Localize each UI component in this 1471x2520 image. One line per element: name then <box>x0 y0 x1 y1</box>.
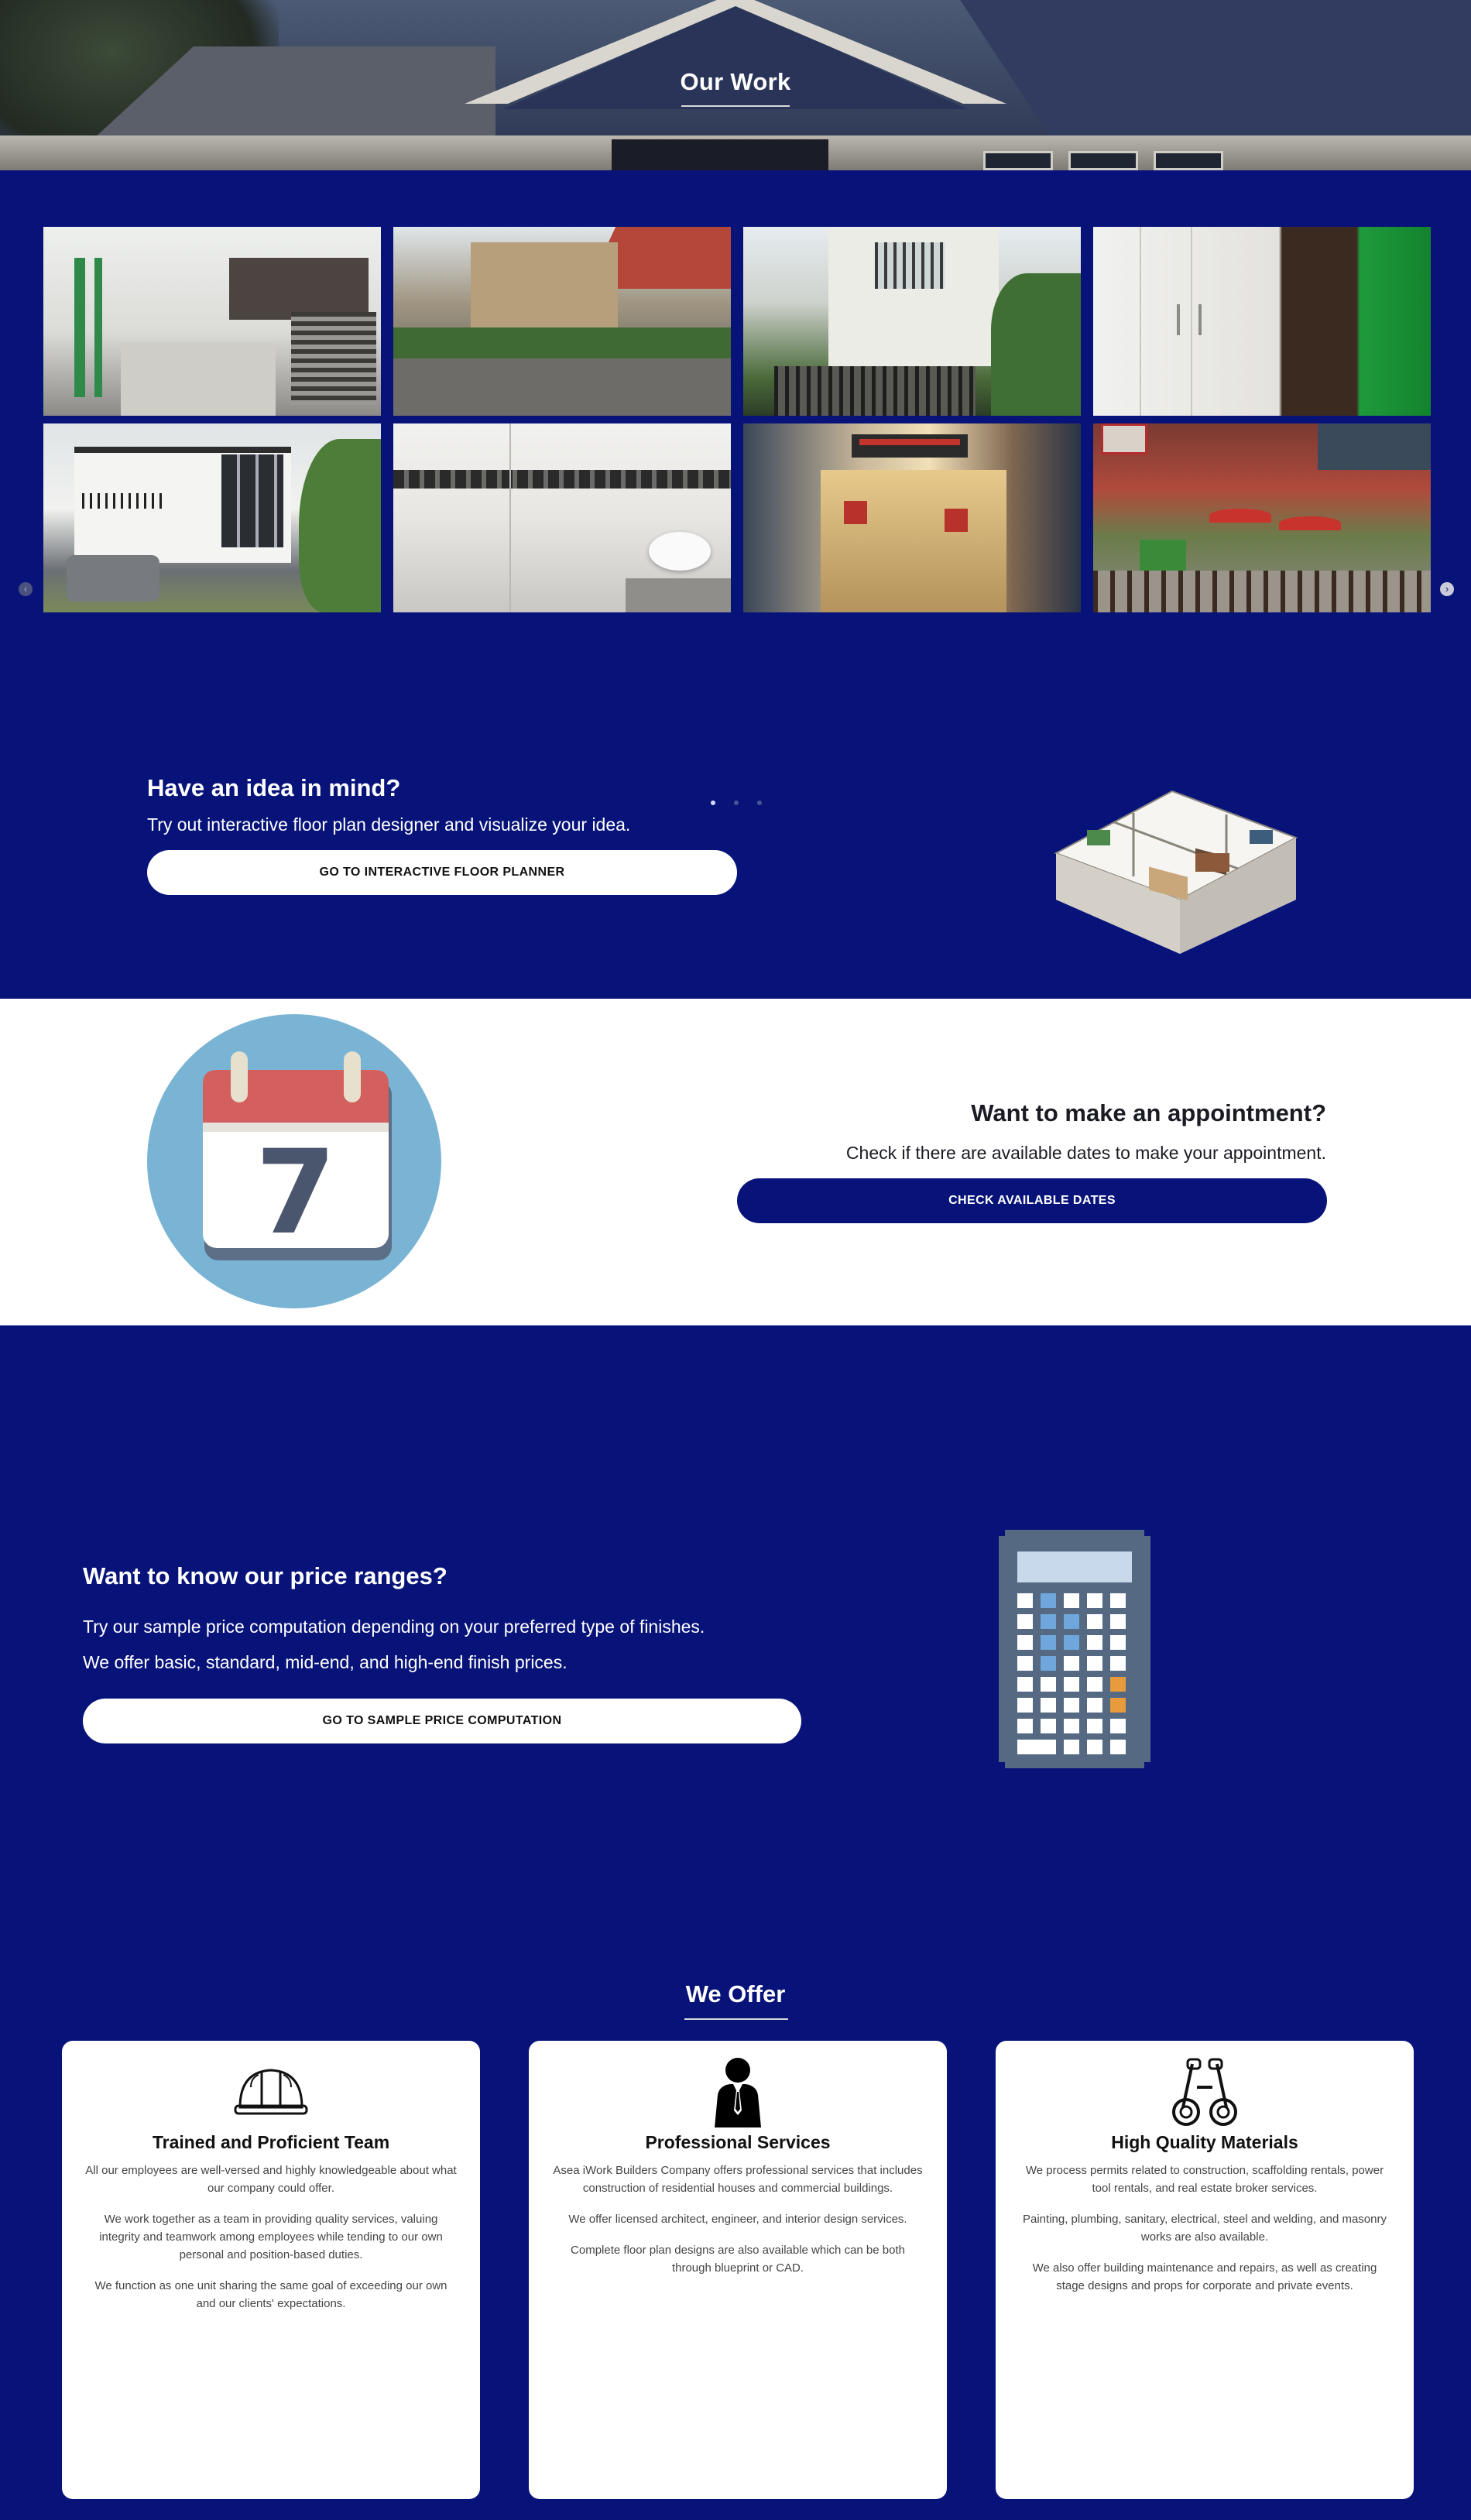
calendar-graphic: 7 <box>203 1051 392 1260</box>
gallery-image-kitchen[interactable] <box>43 227 381 416</box>
calculator-icon <box>999 1530 1150 1768</box>
blueprint-rolls-icon <box>1172 2058 1237 2126</box>
appointment-subtitle: Check if there are available dates to ma… <box>845 1143 1326 1163</box>
offer-card-body: Asea iWork Builders Company offers profe… <box>552 2162 924 2290</box>
gallery-image-patio[interactable] <box>1093 423 1431 612</box>
offer-card-paragraph: Complete floor plan designs are also ava… <box>571 2244 905 2275</box>
price-title: Want to know our price ranges? <box>83 1562 447 1589</box>
our-work-gallery: ‹ › <box>0 170 1471 805</box>
carousel-next-button[interactable]: › <box>1440 582 1454 596</box>
offer-card-materials: High Quality Materials We process permit… <box>996 2041 1414 2499</box>
offer-card-body: All our employees are well-versed and hi… <box>85 2162 457 2326</box>
calendar-day: 7 <box>255 1126 336 1260</box>
floor-planner-subtitle: Try out interactive floor plan designer … <box>147 814 631 835</box>
floor-planner-button[interactable]: GO TO INTERACTIVE FLOOR PLANNER <box>147 850 737 895</box>
offer-card-body: We process permits related to constructi… <box>1019 2162 1390 2308</box>
chevron-left-icon: ‹ <box>23 583 28 595</box>
professional-person-icon <box>715 2058 761 2127</box>
section-title-we-offer: We Offer <box>685 1980 786 2007</box>
title-underline <box>681 105 790 107</box>
hard-hat-icon <box>234 2069 308 2115</box>
floor-planner-section: Have an idea in mind? Try out interactiv… <box>0 666 1471 999</box>
offer-card-paragraph: All our employees are well-versed and hi… <box>85 2164 457 2195</box>
offer-card-paragraph: We also offer building maintenance and r… <box>1032 2261 1377 2292</box>
gallery-image-bathroom[interactable] <box>393 423 731 612</box>
gallery-image-townhouses[interactable] <box>393 227 731 416</box>
offer-card-paragraph: We function as one unit sharing the same… <box>94 2279 447 2310</box>
offer-card-title: Professional Services <box>645 2132 831 2152</box>
floor-plan-illustration <box>1054 790 1298 954</box>
price-section: Want to know our price ranges? Try our s… <box>0 1325 1471 1968</box>
offer-card-paragraph: Asea iWork Builders Company offers profe… <box>553 2164 923 2195</box>
gallery-image-house-facade[interactable] <box>743 227 1081 416</box>
price-description: We offer basic, standard, mid-end, and h… <box>83 1652 567 1672</box>
offer-card-paragraph: We offer licensed architect, engineer, a… <box>568 2213 907 2226</box>
hero-window <box>1068 151 1138 170</box>
check-dates-button[interactable]: CHECK AVAILABLE DATES <box>737 1178 1327 1223</box>
offer-card-title: Trained and Proficient Team <box>152 2132 390 2152</box>
offer-card-paragraph: We process permits related to constructi… <box>1025 2164 1384 2195</box>
gallery-image-restaurant[interactable] <box>743 423 1081 612</box>
section-title-our-work: Our Work <box>680 68 791 95</box>
price-computation-button[interactable]: GO TO SAMPLE PRICE COMPUTATION <box>83 1699 801 1743</box>
offer-card-team: Trained and Proficient Team All our empl… <box>62 2041 480 2499</box>
gallery-image-doors[interactable] <box>1093 227 1431 416</box>
hero-window <box>983 151 1053 170</box>
appointment-title: Want to make an appointment? <box>971 1099 1326 1126</box>
offer-card-services: Professional Services Asea iWork Builder… <box>529 2041 947 2499</box>
appointment-section: 7 Want to make an appointment? Check if … <box>0 999 1471 1325</box>
offer-card-paragraph: Painting, plumbing, sanitary, electrical… <box>1023 2213 1387 2244</box>
price-description: Try our sample price computation dependi… <box>83 1617 705 1637</box>
hero-entrance <box>612 139 828 170</box>
offer-card-paragraph: We work together as a team in providing … <box>99 2213 443 2261</box>
floor-planner-title: Have an idea in mind? <box>147 774 401 801</box>
calendar-icon: 7 <box>147 1014 441 1308</box>
hero-window <box>1154 151 1223 170</box>
title-underline <box>684 2018 788 2020</box>
gallery-image-modern-house[interactable] <box>43 423 381 612</box>
chevron-right-icon: › <box>1445 583 1449 595</box>
offer-card-title: High Quality Materials <box>1111 2132 1298 2152</box>
hero-banner: Our Work <box>0 0 1471 170</box>
carousel-prev-button[interactable]: ‹ <box>19 582 33 596</box>
